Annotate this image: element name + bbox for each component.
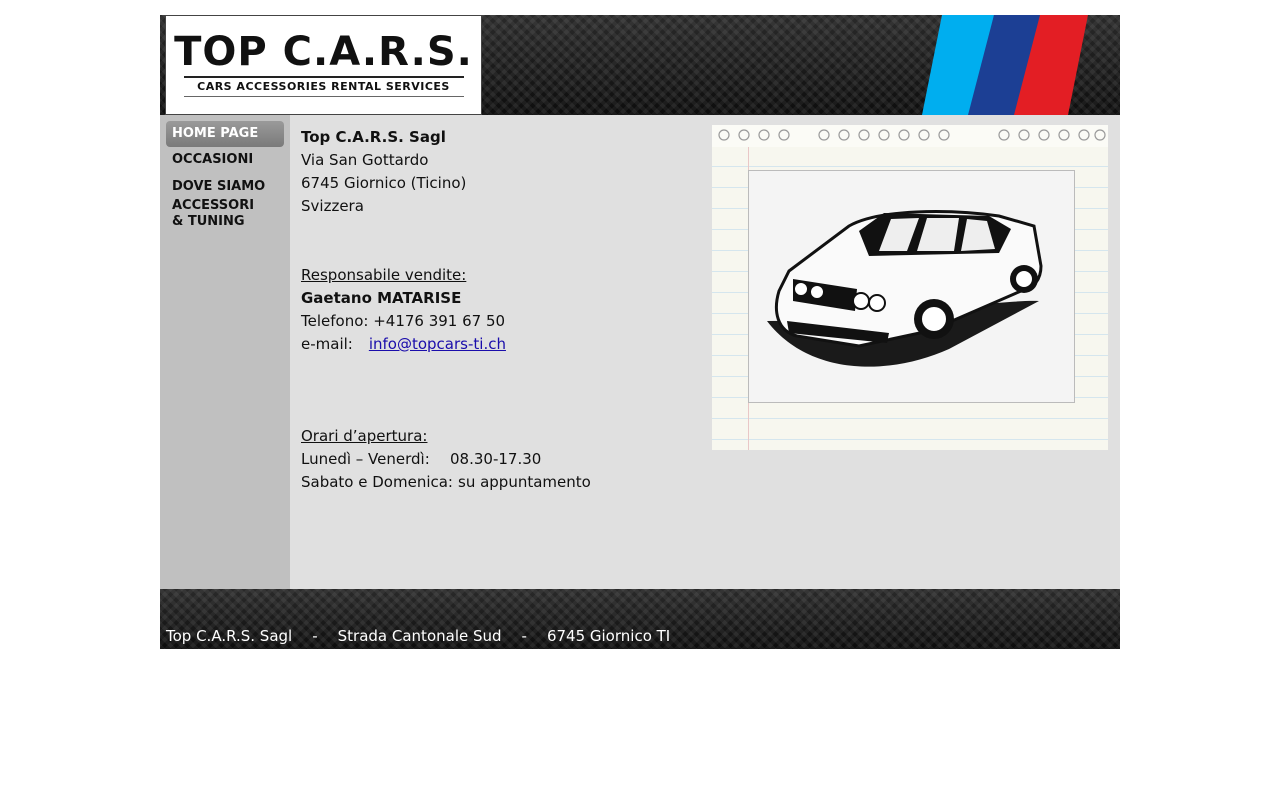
footer-separator: - [521,627,527,645]
logo-divider [184,76,464,78]
hours-weekend-label: Sabato e Domenica: [301,473,453,491]
company-city: 6745 Giornico (Ticino) [301,174,467,192]
nav-item-occasioni[interactable]: OCCASIONI [166,152,284,168]
page-wrapper: TOP C.A.R.S. CARS ACCESSORIES RENTAL SER… [160,15,1120,649]
hours-weekdays-value: 08.30-17.30 [450,450,542,468]
car-drawing-card [748,170,1075,403]
sales-heading: Responsabile vendite: [301,266,467,284]
hours-weekdays-row: Lunedì – Venerdì: 08.30-17.30 [301,448,541,471]
footer-street: Strada Cantonale Sud [337,627,502,645]
sales-person: Gaetano MATARISE [301,289,462,307]
main-content: Top C.A.R.S. Sagl Via San Gottardo 6745 … [290,115,1120,589]
notebook-spiral-edge [712,125,1108,147]
site-header: TOP C.A.R.S. CARS ACCESSORIES RENTAL SER… [160,15,1120,115]
sales-email-row: e-mail: info@topcars-ti.ch [301,333,506,356]
company-street: Via San Gottardo [301,151,429,169]
logo-subtitle: CARS ACCESSORIES RENTAL SERVICES [197,80,450,93]
hours-weekend-value: su appuntamento [458,473,591,491]
logo-divider-bottom [184,96,464,97]
site-footer: Top C.A.R.S. Sagl - Strada Cantonale Sud - 6… [160,589,1120,649]
logo[interactable]: TOP C.A.R.S. CARS ACCESSORIES RENTAL SER… [165,15,482,115]
footer-city: 6745 Giornico TI [546,627,671,645]
spiral-holes-icon [718,129,1106,141]
car-icon [767,210,1043,367]
email-link[interactable]: info@topcars-ti.ch [369,335,506,353]
car-photo [712,125,1108,450]
hours-weekdays-label: Lunedì – Venerdì: [301,450,430,468]
logo-title: TOP C.A.R.S. [174,29,473,75]
hours-heading: Orari d’apertura: [301,427,428,445]
company-name: Top C.A.R.S. Sagl [301,128,446,146]
company-country: Svizzera [301,197,364,215]
footer-separator: - [312,627,318,645]
footer-address: Top C.A.R.S. Sagl - Strada Cantonale Sud - 6… [166,627,670,645]
email-label: e-mail: [301,335,353,353]
nav-item-dove-siamo[interactable]: DOVE SIAMO [166,179,284,195]
nav-item-accessori-tuning[interactable]: ACCESSORI & TUNING [166,198,266,230]
sidebar-nav: HOME PAGE OCCASIONI DOVE SIAMO ACCESSORI… [160,115,290,589]
footer-company: Top C.A.R.S. Sagl [166,627,293,645]
hours-weekend-row: Sabato e Domenica: su appuntamento [301,471,591,494]
sales-phone: Telefono: +4176 391 67 50 [301,312,506,330]
nav-item-home-page[interactable]: HOME PAGE [166,121,284,147]
m-stripes-graphic [922,15,1088,115]
